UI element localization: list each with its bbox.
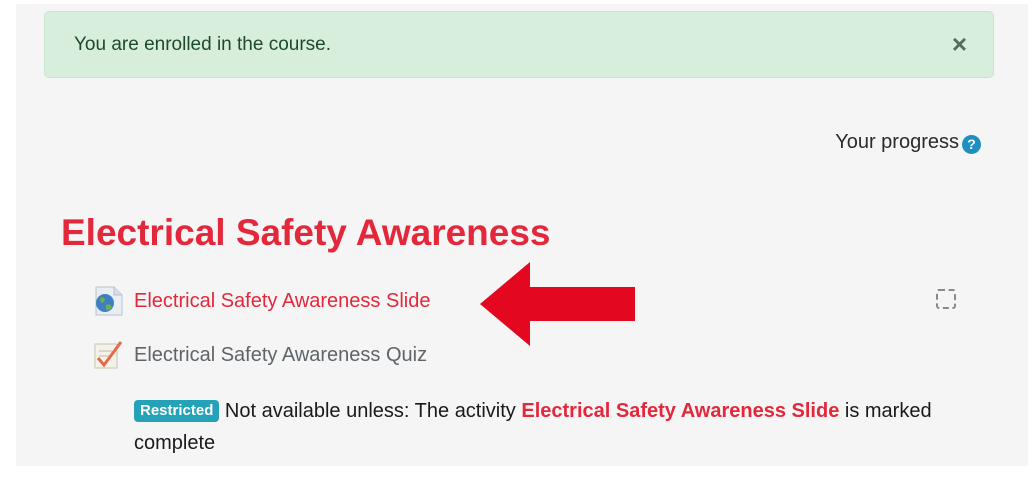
progress-indicator: Your progress ? xyxy=(835,131,981,154)
quiz-icon xyxy=(94,341,123,369)
close-icon[interactable]: × xyxy=(952,31,967,57)
progress-label: Your progress xyxy=(835,131,959,153)
activity-slide-link[interactable]: Electrical Safety Awareness Slide xyxy=(134,290,430,313)
restriction-activity-link[interactable]: Electrical Safety Awareness Slide xyxy=(521,400,839,422)
enrolment-alert: You are enrolled in the course. × xyxy=(44,11,994,78)
restriction-prefix: Not available unless: The activity xyxy=(224,400,516,422)
restriction-notice: Restricted Not available unless: The act… xyxy=(134,395,964,459)
annotation-arrow xyxy=(480,262,635,346)
activity-quiz-label: Electrical Safety Awareness Quiz xyxy=(134,343,428,366)
alert-message: You are enrolled in the course. xyxy=(74,34,332,55)
activity-slide[interactable]: Electrical Safety Awareness Slide xyxy=(92,284,430,318)
url-resource-icon xyxy=(95,286,123,316)
restricted-badge: Restricted xyxy=(134,400,220,422)
section-title: Electrical Safety Awareness xyxy=(61,212,551,253)
activity-quiz: Electrical Safety Awareness Quiz xyxy=(92,338,427,372)
completion-checkbox[interactable] xyxy=(936,289,956,309)
help-icon[interactable]: ? xyxy=(962,135,981,154)
